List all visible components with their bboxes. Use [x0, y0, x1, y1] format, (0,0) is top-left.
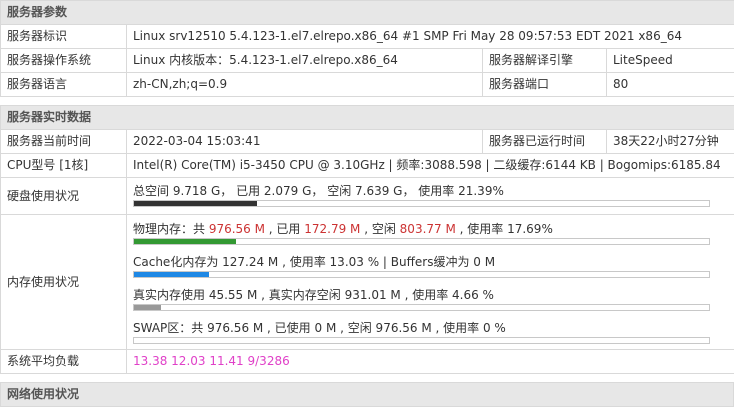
value-server-lang: zh-CN,zh;q=0.9 — [126, 72, 483, 97]
mem-cache-fill — [134, 272, 209, 277]
value-current-time: 2022-03-04 15:03:41 — [126, 129, 483, 154]
mem-swap-text: SWAP区：共 976.56 M , 已使用 0 M , 空闲 976.56 M… — [133, 321, 506, 335]
mem-physical-total: 976.56 M — [208, 222, 265, 236]
label-server-engine: 服务器解译引擎 — [482, 48, 607, 73]
row-memory: 内存使用状况 物理内存：共 976.56 M , 已用 172.79 M , 空… — [0, 214, 734, 350]
label-load: 系统平均负载 — [0, 349, 127, 374]
section-title: 网络使用状况 — [0, 382, 734, 407]
mem-swap-bar — [133, 337, 710, 344]
label-current-time: 服务器当前时间 — [0, 129, 127, 154]
row-disk: 硬盘使用状况 总空间 9.718 G， 已用 2.079 G， 空闲 7.639… — [0, 177, 734, 215]
disk-usage-bar — [133, 200, 710, 207]
mem-real-fill — [134, 305, 161, 310]
disk-text: 总空间 9.718 G， 已用 2.079 G， 空闲 7.639 G， 使用率… — [133, 184, 504, 198]
value-server-port: 80 — [605, 72, 734, 97]
value-memory: 物理内存：共 976.56 M , 已用 172.79 M , 空闲 803.7… — [125, 214, 734, 350]
value-server-id: Linux srv12510 5.4.123-1.el7.elrepo.x86_… — [125, 24, 734, 49]
mem-physical-used-prefix: , 已用 — [264, 222, 305, 236]
value-load: 13.38 12.03 11.41 9/3286 — [125, 349, 734, 374]
label-server-lang: 服务器语言 — [0, 72, 127, 97]
row-server-os: 服务器操作系统 Linux 内核版本：5.4.123-1.el7.elrepo.… — [0, 48, 734, 73]
server-params-table: 服务器参数 服务器标识 Linux srv12510 5.4.123-1.el7… — [0, 0, 734, 97]
value-server-os: Linux 内核版本：5.4.123-1.el7.elrepo.x86_64 — [126, 48, 483, 73]
value-uptime: 38天22小时27分钟 — [605, 129, 734, 154]
section-header-network: 网络使用状况 — [0, 382, 734, 407]
mem-physical-text: 物理内存：共 976.56 M , 已用 172.79 M , 空闲 803.7… — [133, 220, 728, 238]
disk-usage-fill — [134, 201, 257, 206]
mem-cache-bar — [133, 271, 710, 278]
mem-physical-rate: , 使用率 17.69% — [455, 222, 553, 236]
mem-physical-free: 803.77 M — [399, 222, 456, 236]
section-header-params: 服务器参数 — [0, 0, 734, 25]
row-server-lang: 服务器语言 zh-CN,zh;q=0.9 服务器端口 80 — [0, 72, 734, 97]
label-memory: 内存使用状况 — [0, 214, 127, 350]
row-cpu: CPU型号 [1核] Intel(R) Core(TM) i5-3450 CPU… — [0, 153, 734, 178]
row-load: 系统平均负载 13.38 12.03 11.41 9/3286 — [0, 349, 734, 374]
mem-cache-text: Cache化内存为 127.24 M , 使用率 13.03 % | Buffe… — [133, 255, 496, 269]
mem-physical-free-prefix: , 空闲 — [360, 222, 400, 236]
mem-real-text: 真实内存使用 45.55 M , 真实内存空闲 931.01 M , 使用率 4… — [133, 288, 494, 302]
value-server-engine: LiteSpeed — [605, 48, 734, 73]
section-header-realtime: 服务器实时数据 — [0, 105, 734, 130]
label-server-id: 服务器标识 — [0, 24, 127, 49]
mem-physical-fill — [134, 239, 236, 244]
section-title: 服务器实时数据 — [0, 105, 734, 130]
mem-physical-prefix: 物理内存：共 — [133, 222, 209, 236]
row-server-id: 服务器标识 Linux srv12510 5.4.123-1.el7.elrep… — [0, 24, 734, 49]
label-cpu: CPU型号 [1核] — [0, 153, 127, 178]
label-server-port: 服务器端口 — [482, 72, 607, 97]
mem-physical-bar — [133, 238, 710, 245]
label-uptime: 服务器已运行时间 — [482, 129, 607, 154]
mem-physical-used: 172.79 M — [304, 222, 361, 236]
section-title: 服务器参数 — [0, 0, 734, 25]
network-table: 网络使用状况 — [0, 382, 734, 407]
row-current-time: 服务器当前时间 2022-03-04 15:03:41 服务器已运行时间 38天… — [0, 129, 734, 154]
realtime-table: 服务器实时数据 服务器当前时间 2022-03-04 15:03:41 服务器已… — [0, 105, 734, 374]
label-disk: 硬盘使用状况 — [0, 177, 127, 215]
value-cpu: Intel(R) Core(TM) i5-3450 CPU @ 3.10GHz … — [125, 153, 734, 178]
value-disk: 总空间 9.718 G， 已用 2.079 G， 空闲 7.639 G， 使用率… — [125, 177, 734, 215]
label-server-os: 服务器操作系统 — [0, 48, 127, 73]
mem-real-bar — [133, 304, 710, 311]
